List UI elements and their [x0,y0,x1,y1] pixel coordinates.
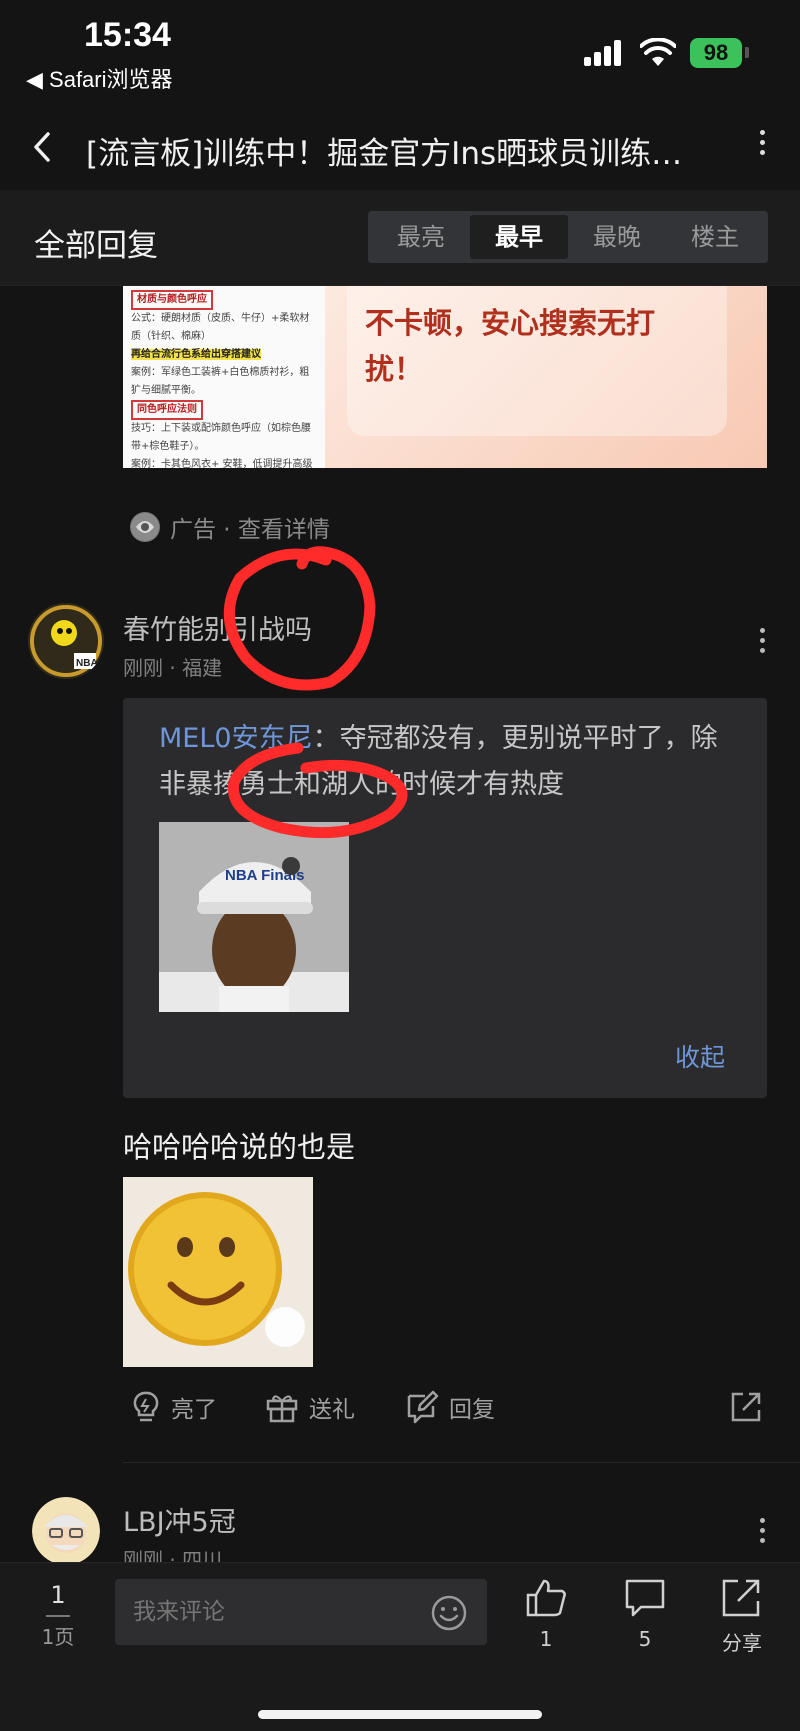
back-to-safari-link[interactable]: ◀ Safari浏览器 [26,62,173,94]
gift-icon [266,1395,298,1423]
quote-author-link[interactable]: MEL0安东尼 [159,723,313,754]
svg-text:NBA: NBA [76,658,98,669]
reply-edit-icon [407,1390,439,1424]
replies-toolbar: 全部回复 最亮 最早 最晚 楼主 [0,190,800,286]
gift-label: 送礼 [309,1397,355,1423]
status-time: 15:34 [84,16,171,54]
comment-more-icon[interactable] [752,1514,772,1558]
comment-actions: 亮了 送礼 回复 [123,1390,767,1440]
collapse-button[interactable]: 收起 [675,1038,725,1074]
home-indicator[interactable] [258,1710,542,1719]
comment-count: 5 [638,1627,652,1651]
page-separator [46,1615,70,1617]
reply-label: 回复 [449,1397,495,1423]
reply-button[interactable]: 回复 [405,1390,495,1424]
like-count: 1 [539,1627,553,1651]
comment-bubble-icon [625,1579,665,1617]
more-options-icon[interactable] [752,126,772,170]
comment-author[interactable]: LBJ冲5冠 [123,1500,236,1539]
share-comment-button[interactable] [729,1390,773,1424]
bottom-bar: 1 1页 1 5 分享 [0,1562,800,1731]
ad-line: 案例：卡其色风衣+ 安鞋，低调提升高级感 [131,459,313,468]
ad-line: 公式：硬朗材质（皮质、牛仔）+柔软材质（针织、棉麻） [131,313,310,342]
ad-meta-text[interactable]: 广告 · 查看详情 [170,510,330,544]
like-button[interactable]: 亮了 [131,1390,217,1424]
comment-body: 哈哈哈哈说的也是 [123,1130,356,1164]
tab-latest[interactable]: 最晚 [568,215,666,259]
back-arrow-icon[interactable] [24,122,64,172]
ad-right-panel: 不卡顿，安心搜索无打扰！ [325,286,767,468]
battery-indicator: 98 [690,38,742,68]
ad-left-panel: 材质与颜色呼应 公式：硬朗材质（皮质、牛仔）+柔软材质（针织、棉麻） 再给合流行… [123,286,325,468]
page-current[interactable]: 1 [40,1581,76,1609]
tab-brightest[interactable]: 最亮 [372,215,470,259]
ad-tag-color: 同色呼应法则 [131,400,203,420]
avatar[interactable] [32,1497,100,1565]
comment-image[interactable] [123,1177,313,1367]
comment-divider [123,1462,800,1463]
quote-text: MEL0安东尼：夺冠都没有，更别说平时了，除非暴揍勇士和湖人的时候才有热度 [159,716,743,808]
battery-nub [745,47,749,58]
tab-op-only[interactable]: 楼主 [666,215,764,259]
status-bar: 15:34 ◀ Safari浏览器 98 [0,0,800,110]
comment-author[interactable]: 春竹能别引战吗 [123,608,312,647]
like-label: 亮了 [171,1397,217,1423]
quote-image[interactable]: NBA Finals [159,822,349,1012]
ad-headline: 不卡顿，安心搜索无打扰！ [365,306,656,386]
gift-button[interactable]: 送礼 [265,1390,355,1424]
ad-highlight: 再给合流行色系给出穿搭建议 [131,349,261,360]
share-button[interactable]: 分享 [707,1577,777,1656]
comment-meta: 刚刚 · 福建 [123,656,223,680]
ad-tag-material: 材质与颜色呼应 [131,290,213,310]
emoji-icon[interactable] [430,1594,468,1632]
share-label: 分享 [722,1631,762,1655]
nav-header: [流言板]训练中！掘金官方Ins晒球员训练视频 [0,110,800,190]
avatar[interactable]: NBA [28,603,104,679]
comment-more-icon[interactable] [752,624,772,668]
page-total[interactable]: 1页 [30,1621,86,1650]
share-icon [722,1579,760,1617]
ad-line: 案例：军绿色工装裤+白色棉质衬衫，粗犷与细腻平衡。 [131,367,310,396]
share-icon [731,1392,761,1422]
ad-meta[interactable]: 广告 · 查看详情 [130,510,330,544]
ad-logo-icon [130,512,160,542]
page-title: [流言板]训练中！掘金官方Ins晒球员训练视频 [86,136,706,172]
bulb-icon [133,1391,159,1422]
sort-tabs: 最亮 最早 最晚 楼主 [368,211,768,263]
quoted-reply: MEL0安东尼：夺冠都没有，更别说平时了，除非暴揍勇士和湖人的时候才有热度 NB… [123,698,767,1098]
ad-banner[interactable]: 材质与颜色呼应 公式：硬朗材质（皮质、牛仔）+柔软材质（针织、棉麻） 再给合流行… [123,286,767,468]
tab-earliest[interactable]: 最早 [470,215,568,259]
cellular-signal-icon [584,40,622,66]
ad-line: 技巧：上下装或配饰颜色呼应（如棕色腰带+棕色鞋子）。 [131,423,311,452]
wifi-icon [640,38,676,66]
like-post-button[interactable]: 1 [511,1577,581,1651]
thumbs-up-icon [526,1579,566,1617]
replies-title: 全部回复 [34,228,158,264]
comments-button[interactable]: 5 [610,1577,680,1651]
